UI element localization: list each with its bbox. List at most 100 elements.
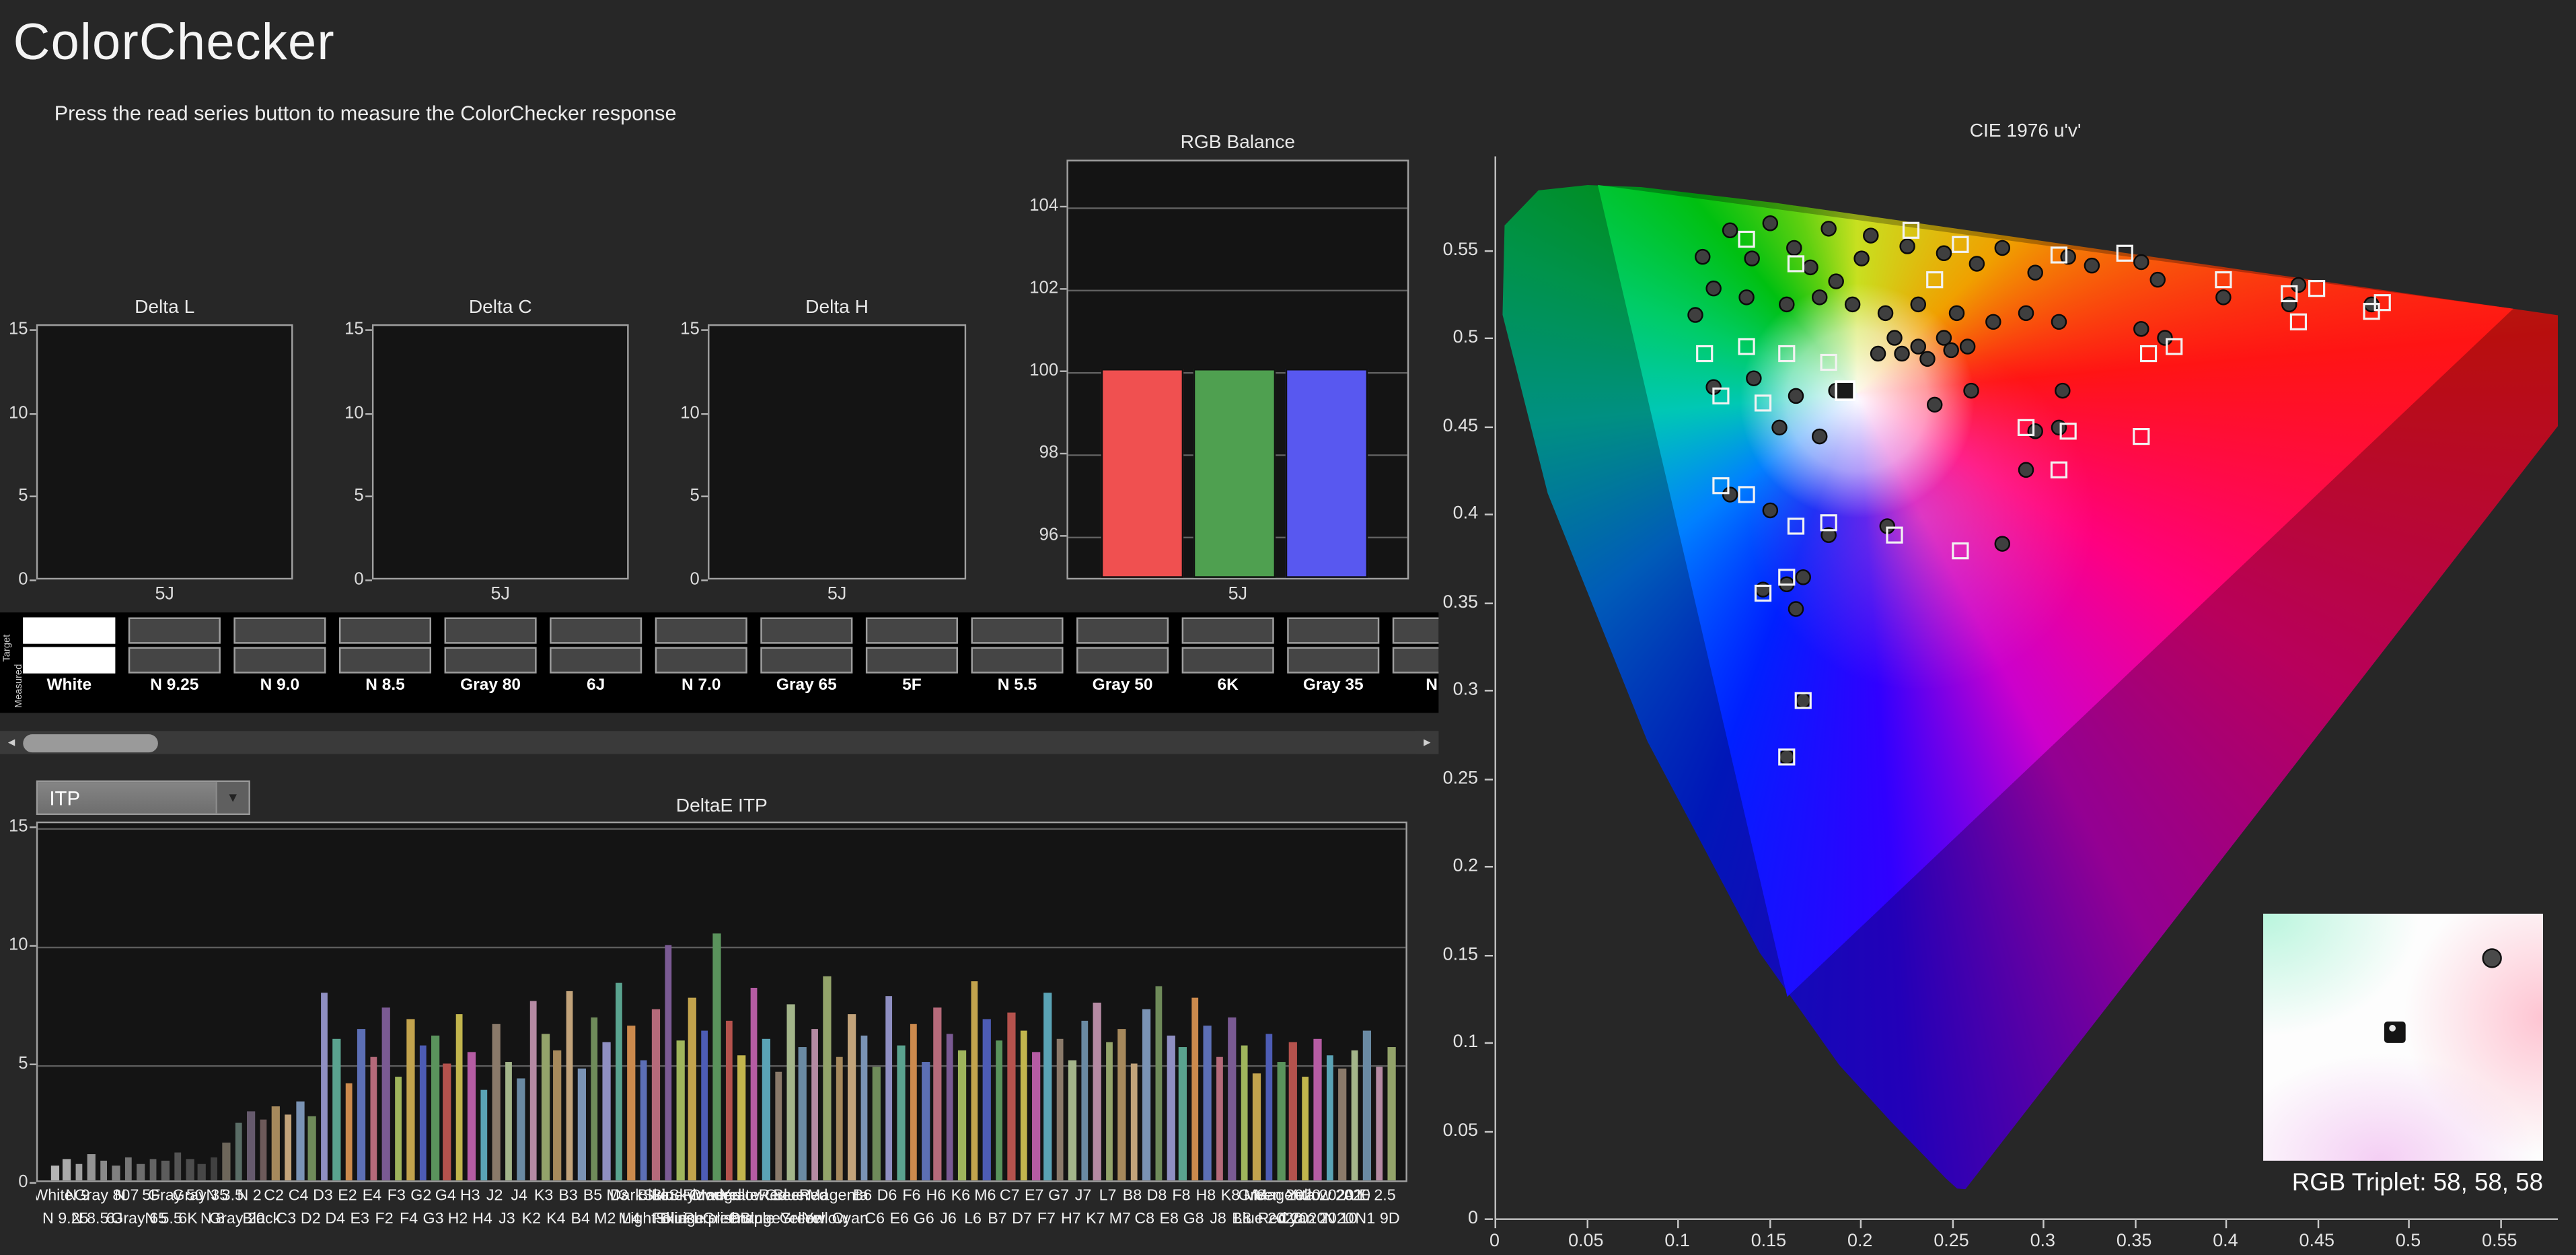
y-tick-mark: [1485, 514, 1493, 515]
swatch-target-label: Target: [3, 635, 13, 662]
deltae-bar: [124, 1157, 132, 1180]
deltae-patch-label: K3: [534, 1187, 553, 1205]
y-tick-mark: [1485, 778, 1493, 779]
measured-point: [2291, 278, 2306, 292]
y-tick-mark: [1485, 954, 1493, 956]
deltae-bar: [406, 1019, 414, 1181]
measured-point: [1986, 315, 2000, 329]
swatch-measured-tile: [445, 647, 537, 674]
delta-l-plot: [36, 324, 293, 579]
measured-point: [1779, 750, 1794, 764]
deltae-bar: [51, 1166, 59, 1180]
measured-point: [1878, 306, 1892, 320]
deltae-bar: [394, 1076, 402, 1180]
deltae-bar: [615, 984, 622, 1181]
deltae-bar: [701, 1031, 708, 1180]
deltae-patch-label: C7: [1000, 1187, 1020, 1205]
inset-target-point: [2384, 1021, 2406, 1043]
deltae-patch-label: D4: [325, 1210, 345, 1228]
measured-point: [1895, 347, 1909, 361]
swatch-cell: 6J: [550, 617, 642, 694]
measured-point: [2151, 273, 2165, 287]
delta-h-title: Delta H: [708, 298, 966, 318]
rgb-balance-xlabel: 5J: [1066, 585, 1409, 604]
swatch-cell: Gray 50: [1076, 617, 1169, 694]
x-tick-mark: [2134, 1220, 2135, 1228]
y-tick-mark: [1485, 1131, 1493, 1132]
swatch-name: N 9.0: [233, 677, 326, 695]
x-tick-mark: [2408, 1220, 2410, 1228]
deltae-bar: [358, 1029, 365, 1181]
deltae-patch-label: L6: [964, 1210, 982, 1228]
x-tick-label: 0.5: [2396, 1231, 2421, 1251]
y-tick-mark: [1485, 250, 1493, 251]
measured-point: [2085, 258, 2099, 273]
ytick-mark: [30, 579, 36, 581]
deltae-bar: [1363, 1031, 1370, 1180]
scroll-right-button[interactable]: ►: [1415, 731, 1438, 754]
swatch-measured-tile: [866, 647, 958, 674]
colorchecker-swatch-strip: Target Measured WhiteN 9.25N 9.0N 8.5Gra…: [0, 612, 1438, 713]
swatch-cell: 5F: [866, 617, 958, 694]
deltae-patch-label: N 7: [114, 1187, 139, 1205]
deltae-bar: [836, 1057, 843, 1180]
red-balance-bar: [1101, 368, 1183, 578]
deltae-bar: [725, 1021, 733, 1180]
y-tick-mark: [1485, 1042, 1493, 1044]
swatch-target-tile: [233, 617, 326, 643]
swatch-name: N 7.0: [655, 677, 747, 695]
deltae-bar: [713, 934, 721, 1181]
deltae-patch-label: G8: [1183, 1210, 1204, 1228]
swatch-name: White: [23, 677, 115, 695]
x-tick-mark: [2043, 1220, 2044, 1228]
deltae-patch-label: J3: [499, 1210, 515, 1228]
deltae-bar: [640, 1059, 647, 1180]
deltae-bar: [1253, 1074, 1260, 1181]
deltae-bar: [971, 981, 978, 1180]
measured-point: [1871, 347, 1885, 361]
rgb-balance-chart: RGB Balance 5J 1041021009896: [1066, 159, 1409, 579]
deltae-bar: [1167, 1036, 1174, 1180]
deltae-bar: [296, 1102, 303, 1180]
deltae-bar: [1228, 1017, 1236, 1180]
y-tick-label: 0.1: [1426, 1032, 1478, 1052]
y-tick-label: 0.4: [1426, 504, 1478, 524]
ytick-label: 0: [657, 570, 700, 589]
swatch-target-tile: [866, 617, 958, 643]
scroll-left-button[interactable]: ◄: [0, 731, 23, 754]
deltae-bar: [1339, 1069, 1346, 1181]
deltae-bar: [260, 1119, 267, 1181]
deltae-bar: [75, 1164, 83, 1181]
ytick-label: 0: [0, 570, 28, 589]
ytick-label: 96: [1016, 524, 1059, 544]
deltae-patch-label: F6: [902, 1187, 920, 1205]
ytick-label: 10: [321, 403, 364, 423]
deltae-bar: [161, 1161, 169, 1180]
blue-balance-bar: [1286, 368, 1368, 578]
deltae-bar: [382, 1007, 390, 1180]
ytick-label: 10: [0, 403, 28, 423]
swatch-measured-tile: [655, 647, 747, 674]
swatch-target-tile: [23, 617, 115, 643]
measured-point: [2019, 306, 2033, 320]
measured-point: [1789, 602, 1803, 616]
deltae-bar: [1302, 1076, 1309, 1180]
deltae-patch-label: H4: [472, 1210, 492, 1228]
swatch-target-tile: [971, 617, 1063, 643]
swatch-scrollbar[interactable]: ◄ ►: [0, 731, 1438, 754]
deltae-patch-label: C3: [276, 1210, 296, 1228]
deltae-bar: [1375, 1067, 1383, 1180]
measured-point: [1803, 260, 1817, 275]
deltae-bar: [174, 1152, 181, 1180]
y-tick-mark: [1485, 426, 1493, 427]
swatch-measured-tile: [233, 647, 326, 674]
measured-point: [1995, 537, 2010, 551]
deltae-bar: [529, 1000, 537, 1180]
scrollbar-thumb[interactable]: [23, 733, 158, 752]
target-point: [1788, 256, 1803, 271]
deltae-bar: [542, 1034, 549, 1181]
selected-point-marker: [1836, 382, 1854, 400]
cie-title: CIE 1976 u'v': [1495, 122, 2556, 141]
deltae-patch-label: J2: [486, 1187, 503, 1205]
deltae-patch-label: G6: [914, 1210, 934, 1228]
